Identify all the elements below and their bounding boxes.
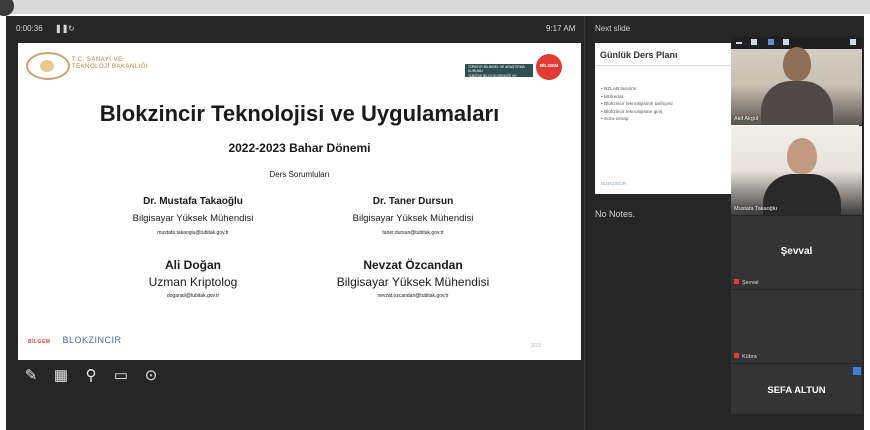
next-slide-label: Next slide — [595, 24, 631, 33]
tile-menu-icon[interactable] — [853, 367, 861, 375]
next-slide-items: BZLAB tanıtımı Müfredat Blokzincir tekno… — [601, 86, 673, 124]
participant-label: Şevval — [734, 279, 759, 286]
person-name: Dr. Taner Dursun — [372, 196, 454, 207]
person-4: Nevzat Özcandan Bilgisayar Yüksek Mühend… — [308, 257, 518, 301]
next-slide-title: Günlük Ders Planı — [600, 50, 678, 60]
notes-text: No Notes. — [595, 209, 636, 219]
minimize-icon[interactable] — [736, 42, 742, 44]
participant-tile-sevval[interactable]: Şevval Şevval — [731, 216, 862, 289]
muted-mic-icon — [734, 353, 739, 358]
person-email: taner.dursun@tubitak.gov.tr — [382, 230, 444, 236]
ministry-line-1: T.C. SANAYİ VE — [72, 57, 123, 63]
participant-label: Kübra — [734, 353, 757, 360]
list-item: Müfredat — [601, 94, 673, 102]
ministry-line-2: TEKNOLOJİ BAKANLIĞI — [72, 64, 149, 70]
screen-root: 0:00:36 ❚❚ ↻ 9:17 AM Next slide T.C. SAN… — [0, 0, 870, 430]
presentation-timer: 0:00:36 — [16, 24, 43, 33]
participant-avatar — [787, 138, 817, 174]
institute-line-3: İLERİ TEKNOLOJİLER ARAŞTIRMA MERKEZİ — [468, 78, 524, 87]
institute-logo: TÜRKİYE BİLİMSEL VE ARAŞTIRMA KURUMU TÜB… — [465, 64, 533, 87]
participant-label-text: Şevval — [742, 280, 759, 286]
zoom-icon[interactable]: ⚲ — [82, 367, 100, 385]
pause-icon[interactable]: ❚❚ — [55, 24, 68, 33]
participant-name: Mustafa Takaoğlu — [734, 206, 778, 212]
ministry-name: T.C. SANAYİ VE TEKNOLOJİ BAKANLIĞI — [72, 57, 148, 71]
person-email: doganali@tubitak.gov.tr — [166, 293, 220, 299]
screen-icon[interactable]: ▭ — [112, 367, 130, 385]
speaker-view-icon[interactable] — [768, 39, 774, 45]
responsibles-label: Ders Sorumluları — [269, 170, 330, 179]
participant-name: Şevval — [780, 246, 813, 257]
person-title: Bilgisayar Yüksek Mühendisi — [132, 213, 254, 224]
expand-icon[interactable] — [850, 39, 856, 45]
top-bar — [0, 0, 870, 14]
participant-tile-akif[interactable]: Akif Akgül — [731, 37, 862, 125]
participant-label-text: Kübra — [742, 354, 757, 360]
bilgem-logo-icon: BİLGEM — [536, 54, 562, 80]
person-name: Dr. Mustafa Takaoğlu — [143, 196, 243, 207]
participant-tile-sefa[interactable]: SEFA ALTUN — [731, 364, 862, 414]
participant-tile-kubra[interactable]: Kübra — [731, 290, 862, 363]
participant-tile-mustafa[interactable]: Mustafa Takaoğlu — [731, 126, 862, 215]
muted-mic-icon — [734, 279, 739, 284]
presenter-toolbar: ✎ ▦ ⚲ ▭ ⊙ — [22, 367, 160, 387]
list-item: BZLAB tanıtımı — [601, 86, 673, 94]
blokzincir-logo: BİLGEM BLOKZINCIR — [28, 335, 121, 345]
slides-grid-icon[interactable]: ▦ — [52, 367, 70, 385]
participant-name: Akif Akgül — [734, 116, 759, 122]
person-email: mustafa.takaoglu@tubitak.gov.tr — [157, 230, 229, 236]
person-title: Bilgisayar Yüksek Mühendisi — [352, 213, 474, 224]
slide-page-number: 2/33 — [531, 343, 541, 349]
person-title: Bilgisayar Yüksek Mühendisi — [336, 275, 490, 289]
list-item: Blokzincir teknolojisinin tarihçesi — [601, 101, 673, 109]
person-name: Ali Doğan — [165, 258, 221, 272]
person-1: Dr. Mustafa Takaoğlu Bilgisayar Yüksek M… — [98, 194, 288, 238]
grid-view-icon[interactable] — [783, 39, 789, 45]
slide-title: Blokzincir Teknolojisi ve Uygulamaları — [99, 101, 500, 126]
pen-icon[interactable]: ✎ — [22, 367, 40, 385]
footer-logo-text: BLOKZINCIR — [62, 335, 122, 345]
clock: 9:17 AM — [546, 24, 576, 33]
person-email: nevzat.ozcandan@tubitak.gov.tr — [377, 293, 449, 299]
reset-timer-icon[interactable]: ↻ — [68, 24, 75, 33]
person-title: Uzman Kriptolog — [148, 275, 238, 289]
person-name: Nevzat Özcandan — [363, 258, 463, 272]
institute-line-1: TÜRKİYE BİLİMSEL VE ARAŞTIRMA KURUMU — [468, 65, 525, 74]
pane-divider[interactable] — [584, 16, 585, 430]
list-item: Soru-cevap — [601, 116, 673, 124]
person-3: Ali Doğan Uzman Kriptolog doganali@tubit… — [98, 257, 288, 301]
next-slide-footer-logo: BLOKZINCIR — [601, 181, 627, 186]
current-slide[interactable]: T.C. SANAYİ VE TEKNOLOJİ BAKANLIĞI TÜRKİ… — [18, 43, 581, 360]
list-item: Blokzincir teknolojisine giriş — [601, 109, 673, 117]
tile-view-icon[interactable] — [751, 39, 757, 45]
participant-avatar — [783, 47, 811, 81]
participant-body — [761, 81, 833, 125]
more-icon[interactable]: ⊙ — [142, 367, 160, 385]
footer-bilgem-logo-icon: BİLGEM — [28, 339, 51, 345]
person-2: Dr. Taner Dursun Bilgisayar Yüksek Mühen… — [308, 194, 518, 238]
ministry-logo-icon — [26, 52, 70, 80]
slide-subtitle: 2022-2023 Bahar Dönemi — [228, 141, 371, 155]
participant-name: SEFA ALTUN — [767, 385, 826, 396]
